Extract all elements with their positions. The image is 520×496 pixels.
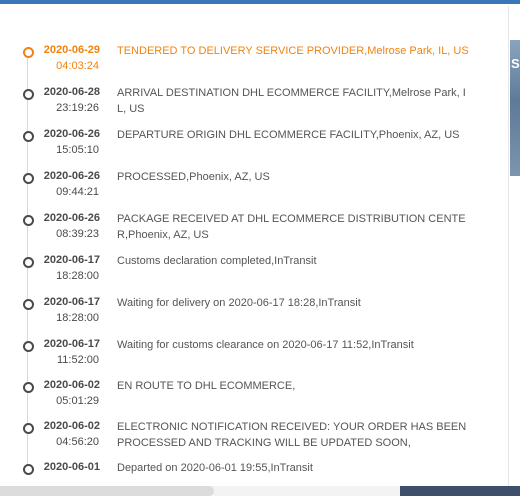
event-time: 08:39:23 [56, 228, 99, 240]
event-time: 05:01:29 [56, 395, 99, 407]
event-date: 2020-06-29 [43, 44, 100, 56]
event-description: PROCESSED,Phoenix, AZ, US [117, 171, 270, 183]
event-time: 23:19:26 [56, 102, 99, 114]
event-date: 2020-06-28 [43, 86, 100, 98]
event-time: 09:44:21 [56, 186, 99, 198]
side-panel-thumbnail[interactable]: S [510, 40, 520, 176]
footer-strip [400, 486, 520, 496]
event-description: TENDERED TO DELIVERY SERVICE PROVIDER,Me… [117, 45, 469, 57]
event-time: 11:52:00 [56, 354, 99, 366]
event-date: 2020-06-02 [43, 379, 100, 391]
event-date: 2020-06-26 [43, 212, 100, 224]
event-time: 15:05:10 [56, 144, 99, 156]
event-description: ELECTRONIC NOTIFICATION RECEIVED: YOUR O… [117, 421, 467, 449]
event-description: DEPARTURE ORIGIN DHL ECOMMERCE FACILITY,… [117, 129, 460, 141]
event-description: PACKAGE RECEIVED AT DHL ECOMMERCE DISTRI… [117, 213, 466, 241]
event-date: 2020-06-17 [43, 338, 100, 350]
event-description: Waiting for customs clearance on 2020-06… [117, 339, 414, 351]
event-date: 2020-06-26 [43, 128, 100, 140]
event-date: 2020-06-02 [43, 420, 100, 432]
event-description: EN ROUTE TO DHL ECOMMERCE, [117, 380, 296, 392]
event-time: 04:56:20 [56, 436, 99, 448]
side-panel-letter: S [511, 56, 520, 71]
event-description: Departed on 2020-06-01 19:55,InTransit [117, 462, 313, 474]
event-date: 2020-06-17 [43, 254, 100, 266]
event-date: 2020-06-26 [43, 170, 100, 182]
event-description: ARRIVAL DESTINATION DHL ECOMMERCE FACILI… [117, 87, 466, 115]
event-description: Waiting for delivery on 2020-06-17 18:28… [117, 297, 361, 309]
event-time: 18:28:00 [56, 270, 99, 282]
event-time: 04:03:24 [56, 60, 99, 72]
horizontal-scrollbar[interactable] [0, 486, 520, 496]
event-date: 2020-06-01 [43, 461, 100, 473]
panel-divider [508, 6, 509, 486]
scrollbar-thumb[interactable] [0, 486, 214, 496]
top-accent-bar [0, 0, 520, 4]
event-description: Customs declaration completed,InTransit [117, 255, 317, 267]
event-date: 2020-06-17 [43, 296, 100, 308]
event-time: 18:28:00 [56, 312, 99, 324]
